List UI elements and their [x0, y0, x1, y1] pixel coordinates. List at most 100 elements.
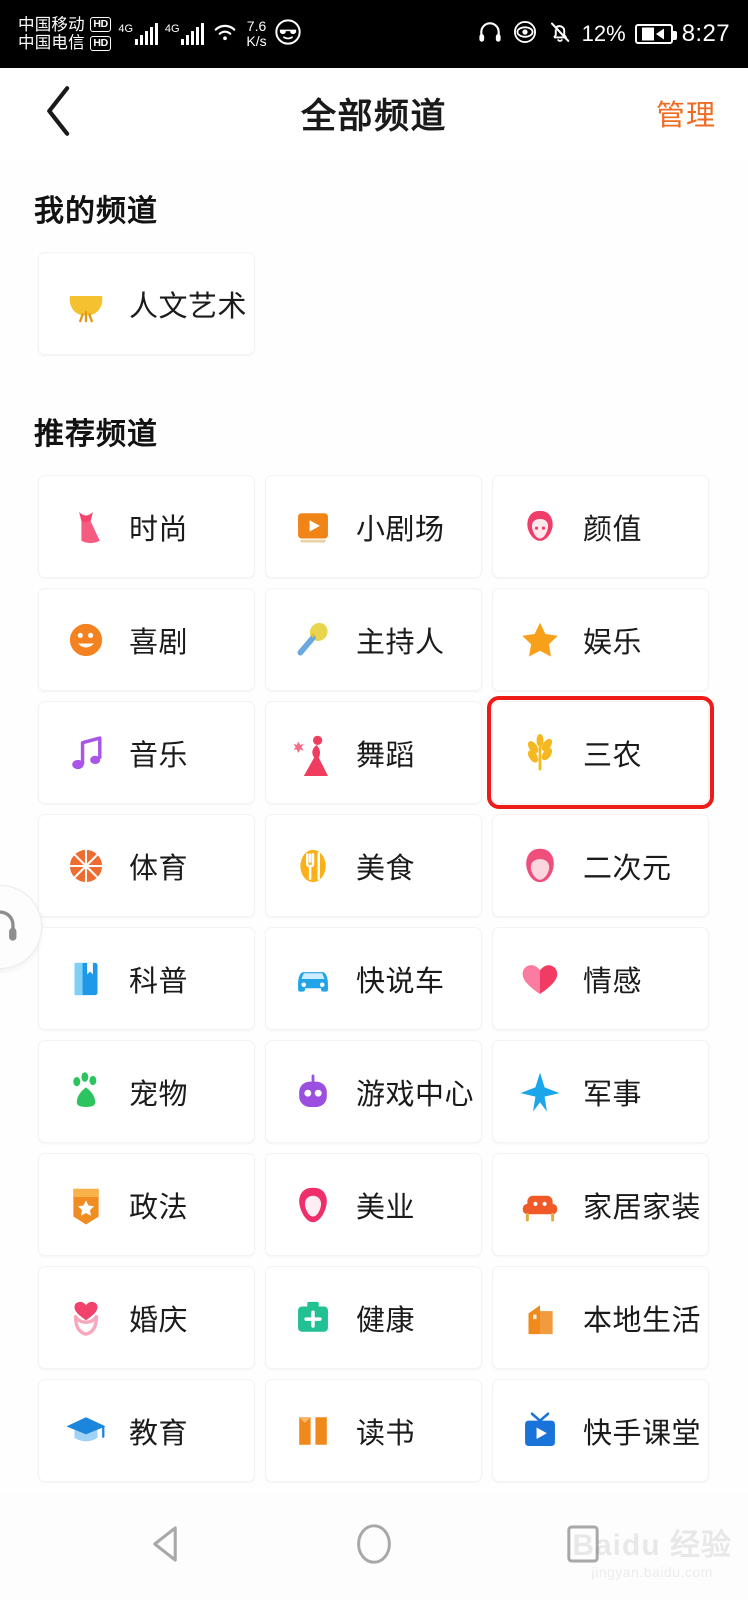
- sunglasses-emoji-icon: [274, 18, 302, 51]
- dancer-icon: [290, 730, 336, 776]
- sofa-icon: [517, 1182, 563, 1228]
- channel-label: 军事: [583, 1078, 643, 1111]
- channel-label: 家居家装: [583, 1191, 702, 1224]
- channel-label: 健康: [356, 1304, 416, 1337]
- channel-card-二次元[interactable]: 二次元: [492, 814, 709, 917]
- channel-card-美业[interactable]: 美业: [265, 1153, 482, 1256]
- channel-card-人文艺术[interactable]: 人文艺术: [38, 252, 255, 355]
- manage-button[interactable]: 管理: [656, 92, 716, 134]
- open-book-icon: [290, 1408, 336, 1454]
- channel-label: 主持人: [356, 626, 445, 659]
- fan-icon: [63, 281, 109, 327]
- recommended-channels-grid: 时尚 小剧场 颜值喜剧 主持人 娱乐音乐 舞蹈 三农体育 美食 二次元科普 快说车 情感宠物 游戏中心…: [0, 475, 748, 1492]
- food-icon: [290, 843, 336, 889]
- channel-card-美食[interactable]: 美食: [265, 814, 482, 917]
- headphone-icon: [477, 19, 503, 50]
- channel-card-婚庆[interactable]: 婚庆: [38, 1266, 255, 1369]
- page-title: 全部频道: [300, 96, 448, 136]
- channel-label: 时尚: [129, 513, 189, 546]
- channel-card-快手课堂[interactable]: 快手课堂: [492, 1379, 709, 1482]
- jet-icon: [517, 1069, 563, 1115]
- channel-label: 本地生活: [583, 1304, 702, 1337]
- channel-card-舞蹈[interactable]: 舞蹈: [265, 701, 482, 804]
- channel-card-政法[interactable]: 政法: [38, 1153, 255, 1256]
- buildings-icon: [517, 1295, 563, 1341]
- channel-label: 二次元: [583, 852, 672, 885]
- basketball-icon: [63, 843, 109, 889]
- signal-group-2: 4G: [165, 23, 205, 45]
- system-navigation-bar: [0, 1492, 748, 1600]
- wheat-icon: [517, 730, 563, 776]
- nav-back-button[interactable]: [130, 1511, 200, 1581]
- channel-card-科普[interactable]: 科普: [38, 927, 255, 1030]
- anime-face-icon: [517, 843, 563, 889]
- signal-bars-icon-1: [134, 23, 158, 45]
- channel-label: 婚庆: [129, 1304, 189, 1337]
- clock-time: 8:27: [681, 20, 730, 47]
- network-type-1: 4G: [118, 23, 134, 35]
- car-icon: [290, 956, 336, 1002]
- channel-label: 喜剧: [129, 626, 189, 659]
- channel-card-三农[interactable]: 三农: [487, 696, 714, 809]
- network-type-2: 4G: [164, 23, 180, 35]
- channel-card-娱乐[interactable]: 娱乐: [492, 588, 709, 691]
- bell-muted-icon: [547, 19, 573, 50]
- channel-card-家居家装[interactable]: 家居家装: [492, 1153, 709, 1256]
- carrier-names: 中国移动 HD 中国电信 HD: [18, 15, 112, 53]
- channel-label: 音乐: [129, 739, 189, 772]
- heart-icon: [517, 956, 563, 1002]
- music-note-icon: [63, 730, 109, 776]
- nav-home-button[interactable]: [339, 1511, 409, 1581]
- channel-card-教育[interactable]: 教育: [38, 1379, 255, 1482]
- channel-label: 三农: [583, 739, 643, 772]
- star-icon: [517, 617, 563, 663]
- channel-card-音乐[interactable]: 音乐: [38, 701, 255, 804]
- channel-label: 美食: [356, 852, 416, 885]
- smiley-icon: [63, 617, 109, 663]
- back-button[interactable]: [30, 84, 88, 142]
- lips-icon: [290, 1182, 336, 1228]
- channel-label: 人文艺术: [129, 290, 248, 323]
- chevron-left-icon: [42, 85, 76, 142]
- channel-card-健康[interactable]: 健康: [265, 1266, 482, 1369]
- ring-heart-icon: [63, 1295, 109, 1341]
- channel-label: 快手课堂: [583, 1417, 702, 1450]
- channel-card-体育[interactable]: 体育: [38, 814, 255, 917]
- page-header: 全部频道 管理: [0, 68, 748, 158]
- channel-card-情感[interactable]: 情感: [492, 927, 709, 1030]
- channel-card-读书[interactable]: 读书: [265, 1379, 482, 1482]
- channel-label: 游戏中心: [356, 1078, 475, 1111]
- channel-card-颜值[interactable]: 颜值: [492, 475, 709, 578]
- channel-card-时尚[interactable]: 时尚: [38, 475, 255, 578]
- channel-card-小剧场[interactable]: 小剧场: [265, 475, 482, 578]
- headphone-icon: [0, 904, 21, 951]
- channel-card-宠物[interactable]: 宠物: [38, 1040, 255, 1143]
- circle-home-icon: [355, 1523, 393, 1570]
- recommended-channels-title: 推荐频道: [34, 418, 158, 451]
- video-play-icon: [290, 504, 336, 550]
- channel-card-本地生活[interactable]: 本地生活: [492, 1266, 709, 1369]
- wifi-icon: [211, 21, 239, 48]
- channel-label: 舞蹈: [356, 739, 416, 772]
- network-speed-value: 7.6: [246, 18, 267, 35]
- nav-recents-button[interactable]: [548, 1511, 618, 1581]
- hd-badge-2: HD: [89, 35, 112, 51]
- status-bar-left: 中国移动 HD 中国电信 HD 4G 4G 7.6 K/s: [18, 16, 302, 53]
- channel-label: 小剧场: [356, 513, 445, 546]
- carrier-row-2: 中国电信 HD: [18, 34, 112, 52]
- channel-card-喜剧[interactable]: 喜剧: [38, 588, 255, 691]
- graduation-cap-icon: [63, 1408, 109, 1454]
- app-root: 中国移动 HD 中国电信 HD 4G 4G 7.6 K/s 12% 8:27 全…: [0, 0, 748, 1600]
- carrier-1-label: 中国移动: [18, 15, 85, 34]
- channel-label: 读书: [356, 1417, 416, 1450]
- medkit-icon: [290, 1295, 336, 1341]
- channel-card-快说车[interactable]: 快说车: [265, 927, 482, 1030]
- channel-card-军事[interactable]: 军事: [492, 1040, 709, 1143]
- carrier-row-1: 中国移动 HD: [18, 15, 112, 34]
- channel-card-游戏中心[interactable]: 游戏中心: [265, 1040, 482, 1143]
- robot-icon: [290, 1069, 336, 1115]
- channel-label: 娱乐: [583, 626, 643, 659]
- channel-label: 宠物: [129, 1078, 189, 1111]
- channel-card-主持人[interactable]: 主持人: [265, 588, 482, 691]
- signal-group-1: 4G: [118, 23, 158, 45]
